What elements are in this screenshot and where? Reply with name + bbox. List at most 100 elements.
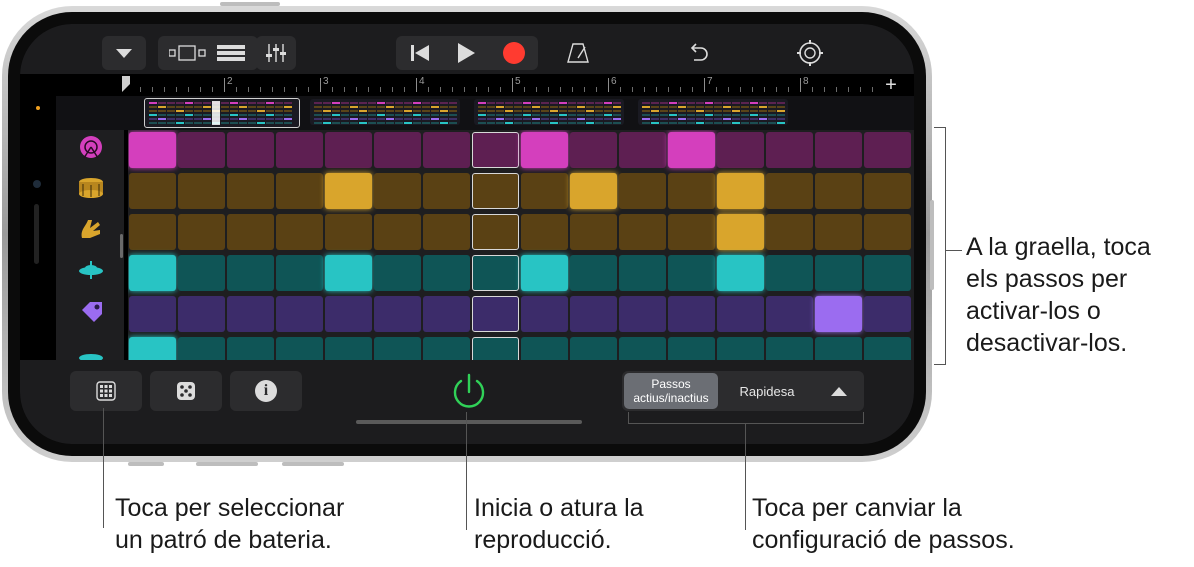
pattern-browser-button[interactable] (70, 371, 142, 411)
step-kick-drum-9[interactable] (521, 132, 568, 168)
ruler[interactable]: 2 3 4 5 6 7 8 (120, 74, 900, 96)
step-cymbal-13[interactable] (717, 337, 764, 360)
step-kick-drum-14[interactable] (766, 132, 813, 168)
step-cymbal-16[interactable] (864, 337, 911, 360)
step-snare-drum-9[interactable] (521, 173, 568, 209)
step-clap-8[interactable] (472, 214, 519, 250)
step-kick-drum-16[interactable] (864, 132, 911, 168)
step-hi-hat-11[interactable] (619, 255, 666, 291)
step-snare-drum-13[interactable] (717, 173, 764, 209)
step-tambourine-10[interactable] (570, 296, 617, 332)
segment-more-button[interactable] (816, 373, 862, 409)
step-cymbal-4[interactable] (276, 337, 323, 360)
step-clap-5[interactable] (325, 214, 372, 250)
pattern-3[interactable] (474, 99, 624, 125)
segment-on-off[interactable]: Passos actius/inactius (624, 373, 718, 409)
step-snare-drum-1[interactable] (129, 173, 176, 209)
step-hi-hat-8[interactable] (472, 255, 519, 291)
step-kick-drum-4[interactable] (276, 132, 323, 168)
step-tambourine-6[interactable] (374, 296, 421, 332)
step-kick-drum-11[interactable] (619, 132, 666, 168)
record-button[interactable] (494, 38, 534, 68)
step-tambourine-5[interactable] (325, 296, 372, 332)
step-tambourine-2[interactable] (178, 296, 225, 332)
rewind-button[interactable] (400, 38, 440, 68)
step-clap-10[interactable] (570, 214, 617, 250)
step-snare-drum-11[interactable] (619, 173, 666, 209)
step-tambourine-3[interactable] (227, 296, 274, 332)
step-tambourine-13[interactable] (717, 296, 764, 332)
step-kick-drum-10[interactable] (570, 132, 617, 168)
step-cymbal-12[interactable] (668, 337, 715, 360)
step-hi-hat-3[interactable] (227, 255, 274, 291)
chevron-down-button[interactable] (102, 36, 146, 70)
step-clap-12[interactable] (668, 214, 715, 250)
pattern-4[interactable] (638, 99, 788, 125)
step-hi-hat-5[interactable] (325, 255, 372, 291)
step-clap-9[interactable] (521, 214, 568, 250)
step-snare-drum-7[interactable] (423, 173, 470, 209)
step-hi-hat-14[interactable] (766, 255, 813, 291)
track-snare-drum-button[interactable] (76, 176, 106, 206)
step-clap-6[interactable] (374, 214, 421, 250)
step-snare-drum-2[interactable] (178, 173, 225, 209)
step-snare-drum-14[interactable] (766, 173, 813, 209)
step-kick-drum-2[interactable] (178, 132, 225, 168)
step-snare-drum-15[interactable] (815, 173, 862, 209)
track-tambourine-button[interactable] (76, 299, 106, 329)
step-hi-hat-9[interactable] (521, 255, 568, 291)
play-button[interactable] (446, 38, 486, 68)
step-kick-drum-5[interactable] (325, 132, 372, 168)
randomize-button[interactable] (150, 371, 222, 411)
step-clap-16[interactable] (864, 214, 911, 250)
add-section-button[interactable]: + (882, 75, 900, 95)
step-tambourine-14[interactable] (766, 296, 813, 332)
info-button[interactable]: i (230, 371, 302, 411)
step-cymbal-6[interactable] (374, 337, 421, 360)
step-tambourine-1[interactable] (129, 296, 176, 332)
step-clap-14[interactable] (766, 214, 813, 250)
track-kick-drum-button[interactable] (76, 135, 106, 165)
step-hi-hat-2[interactable] (178, 255, 225, 291)
step-kick-drum-6[interactable] (374, 132, 421, 168)
undo-button[interactable] (680, 38, 716, 68)
step-kick-drum-12[interactable] (668, 132, 715, 168)
step-hi-hat-16[interactable] (864, 255, 911, 291)
step-cymbal-8[interactable] (472, 337, 519, 360)
step-hi-hat-6[interactable] (374, 255, 421, 291)
step-kick-drum-3[interactable] (227, 132, 274, 168)
step-hi-hat-4[interactable] (276, 255, 323, 291)
step-tambourine-12[interactable] (668, 296, 715, 332)
step-tambourine-9[interactable] (521, 296, 568, 332)
segment-velocity[interactable]: Rapidesa (720, 373, 814, 409)
power-button[interactable] (444, 368, 494, 416)
step-tambourine-16[interactable] (864, 296, 911, 332)
step-cymbal-7[interactable] (423, 337, 470, 360)
step-cymbal-11[interactable] (619, 337, 666, 360)
step-snare-drum-6[interactable] (374, 173, 421, 209)
step-kick-drum-1[interactable] (129, 132, 176, 168)
step-clap-3[interactable] (227, 214, 274, 250)
step-cymbal-1[interactable] (129, 337, 176, 360)
step-cymbal-2[interactable] (178, 337, 225, 360)
step-hi-hat-12[interactable] (668, 255, 715, 291)
track-clap-button[interactable] (76, 217, 106, 247)
step-snare-drum-8[interactable] (472, 173, 519, 209)
step-clap-7[interactable] (423, 214, 470, 250)
step-hi-hat-1[interactable] (129, 255, 176, 291)
step-cymbal-9[interactable] (521, 337, 568, 360)
step-kick-drum-8[interactable] (472, 132, 519, 168)
step-tambourine-8[interactable] (472, 296, 519, 332)
step-clap-13[interactable] (717, 214, 764, 250)
step-clap-11[interactable] (619, 214, 666, 250)
step-snare-drum-16[interactable] (864, 173, 911, 209)
step-hi-hat-15[interactable] (815, 255, 862, 291)
step-cymbal-10[interactable] (570, 337, 617, 360)
view-toggle[interactable] (158, 36, 258, 70)
step-snare-drum-12[interactable] (668, 173, 715, 209)
mixer-button[interactable] (256, 36, 296, 70)
step-kick-drum-15[interactable] (815, 132, 862, 168)
step-hi-hat-10[interactable] (570, 255, 617, 291)
track-hi-hat-button[interactable] (76, 258, 106, 288)
step-tambourine-15[interactable] (815, 296, 862, 332)
